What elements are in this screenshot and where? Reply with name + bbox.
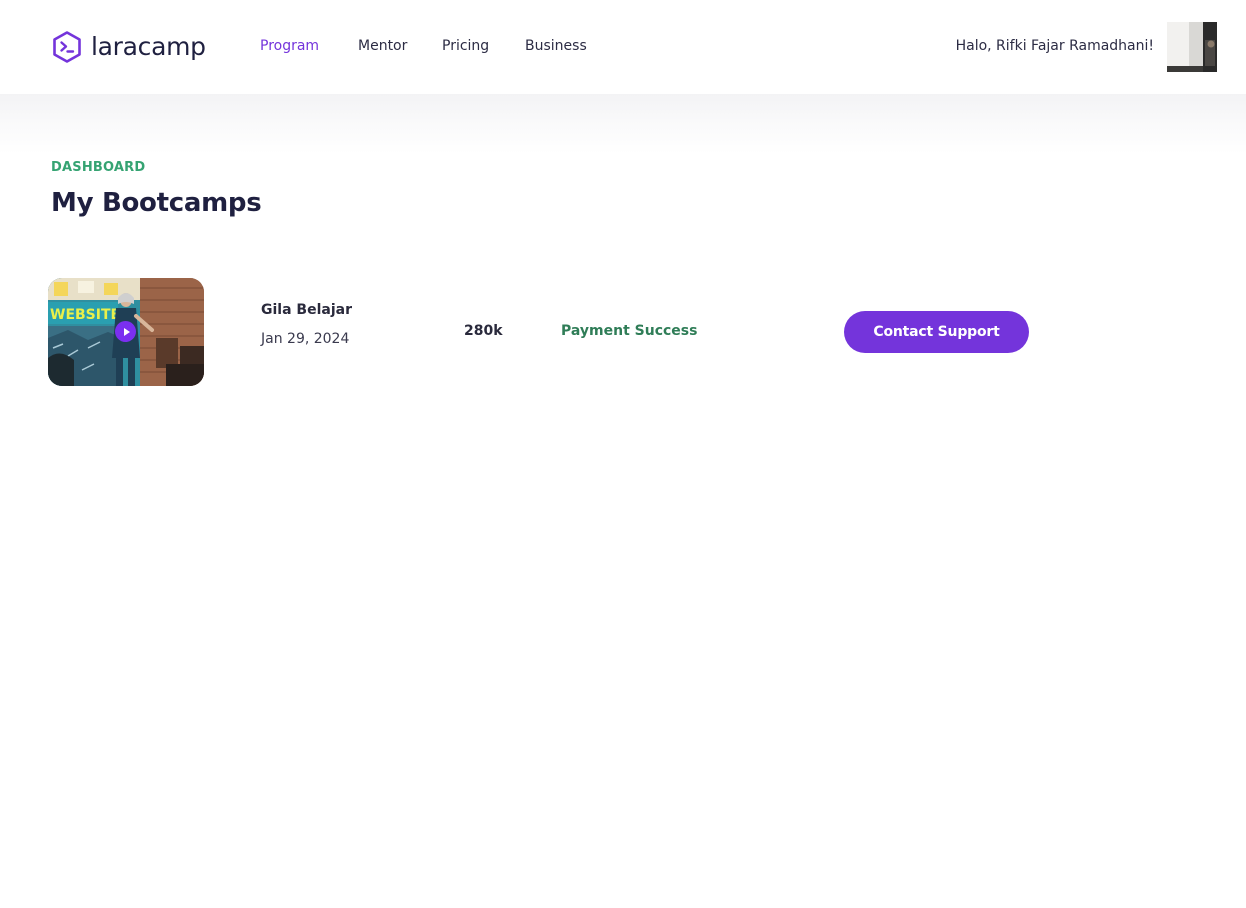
- navbar-shadow: [0, 94, 1246, 154]
- bootcamp-thumbnail[interactable]: WEBSITE: [48, 278, 204, 386]
- nav-link-business[interactable]: Business: [525, 36, 587, 56]
- nav-link-pricing[interactable]: Pricing: [442, 36, 489, 56]
- page-eyebrow: DASHBOARD: [51, 160, 146, 175]
- top-navbar: laracamp Program Mentor Pricing Business…: [0, 0, 1246, 94]
- nav-link-program[interactable]: Program: [260, 36, 319, 56]
- page-title: My Bootcamps: [51, 188, 262, 218]
- contact-support-button[interactable]: Contact Support: [844, 311, 1029, 353]
- bootcamp-row: WEBSITE Gila Belajar Jan 29, 2024 280k P…: [48, 278, 1198, 386]
- play-icon: [123, 327, 130, 336]
- bootcamp-name: Gila Belajar: [261, 302, 352, 318]
- brand-name: laracamp: [91, 32, 206, 61]
- nav-link-mentor[interactable]: Mentor: [358, 36, 407, 56]
- bootcamp-price: 280k: [464, 323, 503, 339]
- user-avatar[interactable]: [1167, 22, 1217, 72]
- payment-status: Payment Success: [561, 323, 698, 339]
- svg-text:WEBSITE: WEBSITE: [50, 307, 120, 323]
- brand-logo[interactable]: laracamp: [51, 30, 206, 64]
- hexagon-terminal-icon: [53, 31, 81, 63]
- bootcamp-date: Jan 29, 2024: [261, 331, 350, 347]
- user-greeting: Halo, Rifki Fajar Ramadhani!: [955, 38, 1154, 54]
- play-button[interactable]: [115, 321, 136, 342]
- user-avatar-photo: [1167, 22, 1217, 72]
